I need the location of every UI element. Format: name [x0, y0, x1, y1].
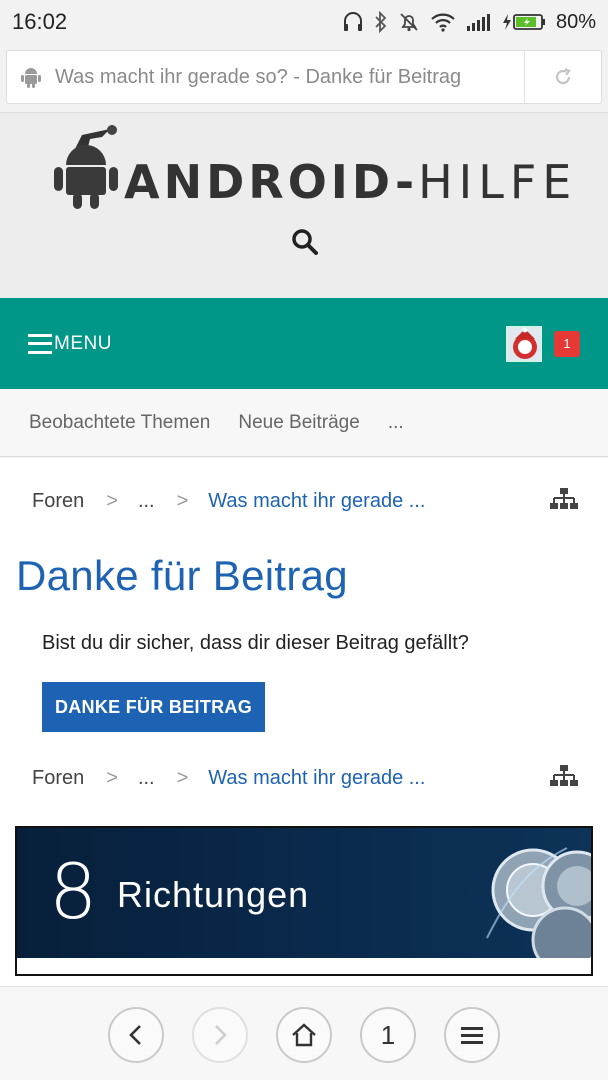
site-logo[interactable]: ANDROID-HILFE: [52, 125, 571, 215]
breadcrumb-bottom: Foren > ... > Was macht ihr gerade ...: [32, 763, 578, 793]
breadcrumb-middle[interactable]: ...: [138, 767, 155, 790]
wifi-icon: [430, 11, 456, 33]
breadcrumb-current[interactable]: Was macht ihr gerade ...: [208, 490, 425, 513]
ad-number: 8: [49, 847, 98, 936]
sub-nav-watched-threads[interactable]: Beobachtete Themen: [29, 412, 210, 434]
sitemap-icon[interactable]: [550, 487, 578, 516]
bluetooth-icon: [374, 11, 388, 33]
back-icon[interactable]: [108, 1007, 164, 1063]
sitemap-icon[interactable]: [550, 764, 578, 793]
notification-badge[interactable]: 1: [554, 330, 580, 357]
breadcrumb-separator: >: [106, 489, 118, 512]
hamburger-icon: [28, 333, 52, 354]
shaver-head-image: [486, 847, 591, 958]
breadcrumb-current[interactable]: Was macht ihr gerade ...: [208, 767, 425, 790]
sub-nav-more[interactable]: ...: [388, 412, 404, 434]
breadcrumb-separator: >: [106, 766, 118, 789]
menu-button[interactable]: MENU: [28, 333, 112, 355]
forward-icon[interactable]: [192, 1007, 248, 1063]
avatar[interactable]: [506, 325, 542, 362]
breadcrumb-root[interactable]: Foren: [32, 767, 84, 790]
breadcrumb-separator: >: [176, 766, 189, 789]
page-title: Danke für Beitrag: [16, 552, 348, 599]
nav-user-area: 1: [506, 325, 580, 362]
ad-word: Richtungen: [117, 874, 310, 915]
reload-icon[interactable]: [525, 67, 601, 87]
tabs-icon[interactable]: 1: [360, 1007, 416, 1063]
main-nav-bar: MENU 1: [0, 298, 608, 389]
search-icon[interactable]: [290, 227, 320, 257]
status-bar: 16:02 80%: [0, 0, 608, 44]
ad-banner[interactable]: 8 Richtungen: [15, 826, 593, 976]
tab-count: 1: [380, 1019, 396, 1050]
home-icon[interactable]: [276, 1007, 332, 1063]
confirm-question: Bist du dir sicher, dass dir dieser Beit…: [42, 632, 469, 654]
breadcrumb-middle[interactable]: ...: [138, 490, 155, 513]
sub-nav-new-posts[interactable]: Neue Beiträge: [238, 412, 359, 434]
breadcrumb-separator: >: [176, 489, 189, 512]
menu-label: MENU: [54, 332, 112, 354]
url-bar[interactable]: Was macht ihr gerade so? - Danke für Bei…: [6, 50, 602, 104]
menu-icon[interactable]: [444, 1007, 500, 1063]
logo-wordmark: ANDROID-HILFE: [124, 155, 577, 209]
logo-bold: ANDROID-: [124, 155, 419, 209]
silent-bell-icon: [398, 11, 420, 33]
url-text[interactable]: Was macht ihr gerade so? - Danke für Bei…: [55, 66, 524, 89]
browser-toolbar: 1: [0, 986, 608, 1080]
page-content: Foren > ... > Was macht ihr gerade ... D…: [0, 458, 608, 986]
ad-background: 8 Richtungen: [17, 828, 591, 958]
logo-thin: HILFE: [418, 155, 578, 209]
breadcrumb-root[interactable]: Foren: [32, 490, 84, 513]
signal-icon: [466, 12, 492, 32]
android-icon: [7, 65, 55, 89]
site-header: ANDROID-HILFE: [0, 112, 608, 298]
android-santa-mascot-icon: [54, 125, 118, 209]
charging-battery-icon: [502, 12, 546, 32]
status-time: 16:02: [12, 9, 68, 34]
sub-nav: Beobachtete Themen Neue Beiträge ...: [0, 389, 608, 457]
breadcrumb: Foren > ... > Was macht ihr gerade ...: [32, 486, 578, 516]
thank-for-post-button[interactable]: DANKE FÜR BEITRAG: [42, 682, 265, 732]
status-icons: 80%: [342, 11, 596, 34]
battery-percent: 80%: [555, 10, 596, 33]
headphones-icon: [342, 11, 364, 33]
